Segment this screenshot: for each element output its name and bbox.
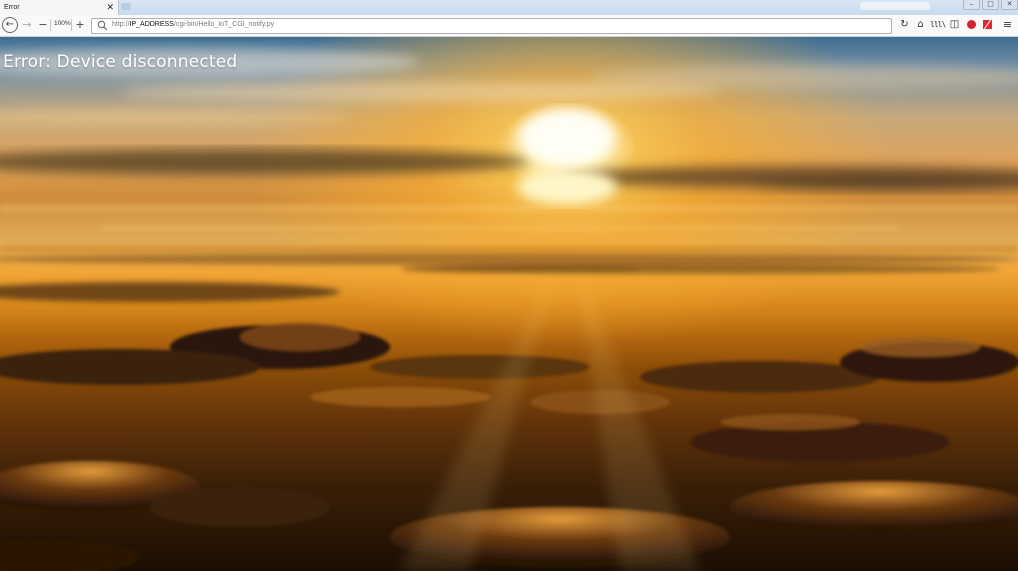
url-host: IP_ADDRESS [129, 21, 174, 28]
url-text[interactable]: http://IP_ADDRESS/cgi-bin/Hello_IoT_CGI_… [112, 21, 274, 28]
divider [71, 19, 72, 31]
sidebar-icon[interactable]: ◫ [948, 18, 961, 32]
error-message: Error: Device disconnected [3, 52, 238, 72]
back-button[interactable]: ← [2, 17, 18, 33]
url-bar[interactable]: http://IP_ADDRESS/cgi-bin/Hello_IoT_CGI_… [91, 18, 892, 34]
url-prefix: http:// [112, 21, 130, 28]
search-icon [97, 20, 108, 31]
forward-button[interactable]: → [21, 18, 33, 32]
background-image [0, 48, 1018, 571]
minimize-button[interactable]: – [963, 0, 980, 10]
new-tab-icon[interactable] [121, 3, 131, 10]
url-path: /cgi-bin/Hello_IoT_CGI_notify.py [173, 21, 275, 28]
navigation-bar: ← → − 100% + http://IP_ADDRESS/cgi-bin/H… [0, 15, 1018, 37]
home-icon[interactable]: ⌂ [914, 18, 927, 32]
tab-strip: Error ✕ – □ ✕ [0, 0, 1018, 15]
close-window-button[interactable]: ✕ [1001, 0, 1018, 10]
menu-icon[interactable]: ≡ [1001, 18, 1014, 32]
minimize-icon: – [969, 0, 974, 8]
zoom-out-button[interactable]: − [38, 18, 48, 32]
pdf-extension-icon[interactable] [981, 18, 994, 32]
zoom-in-button[interactable]: + [75, 18, 85, 32]
adblock-extension-icon[interactable] [965, 18, 978, 32]
window-search-ghost [860, 2, 930, 10]
zoom-level[interactable]: 100% [54, 20, 71, 27]
window-controls: – □ ✕ [961, 0, 1018, 10]
maximize-button[interactable]: □ [982, 0, 999, 10]
reload-icon[interactable]: ↻ [898, 18, 911, 32]
tab-error[interactable]: Error ✕ [0, 0, 119, 15]
divider [50, 19, 51, 31]
page-content: Error: Device disconnected [0, 37, 1018, 571]
maximize-icon: □ [987, 0, 994, 8]
close-icon: ✕ [1006, 0, 1013, 8]
library-icon[interactable]: lll\ [930, 18, 946, 32]
tab-title: Error [4, 4, 20, 11]
tab-close-icon[interactable]: ✕ [106, 2, 114, 12]
